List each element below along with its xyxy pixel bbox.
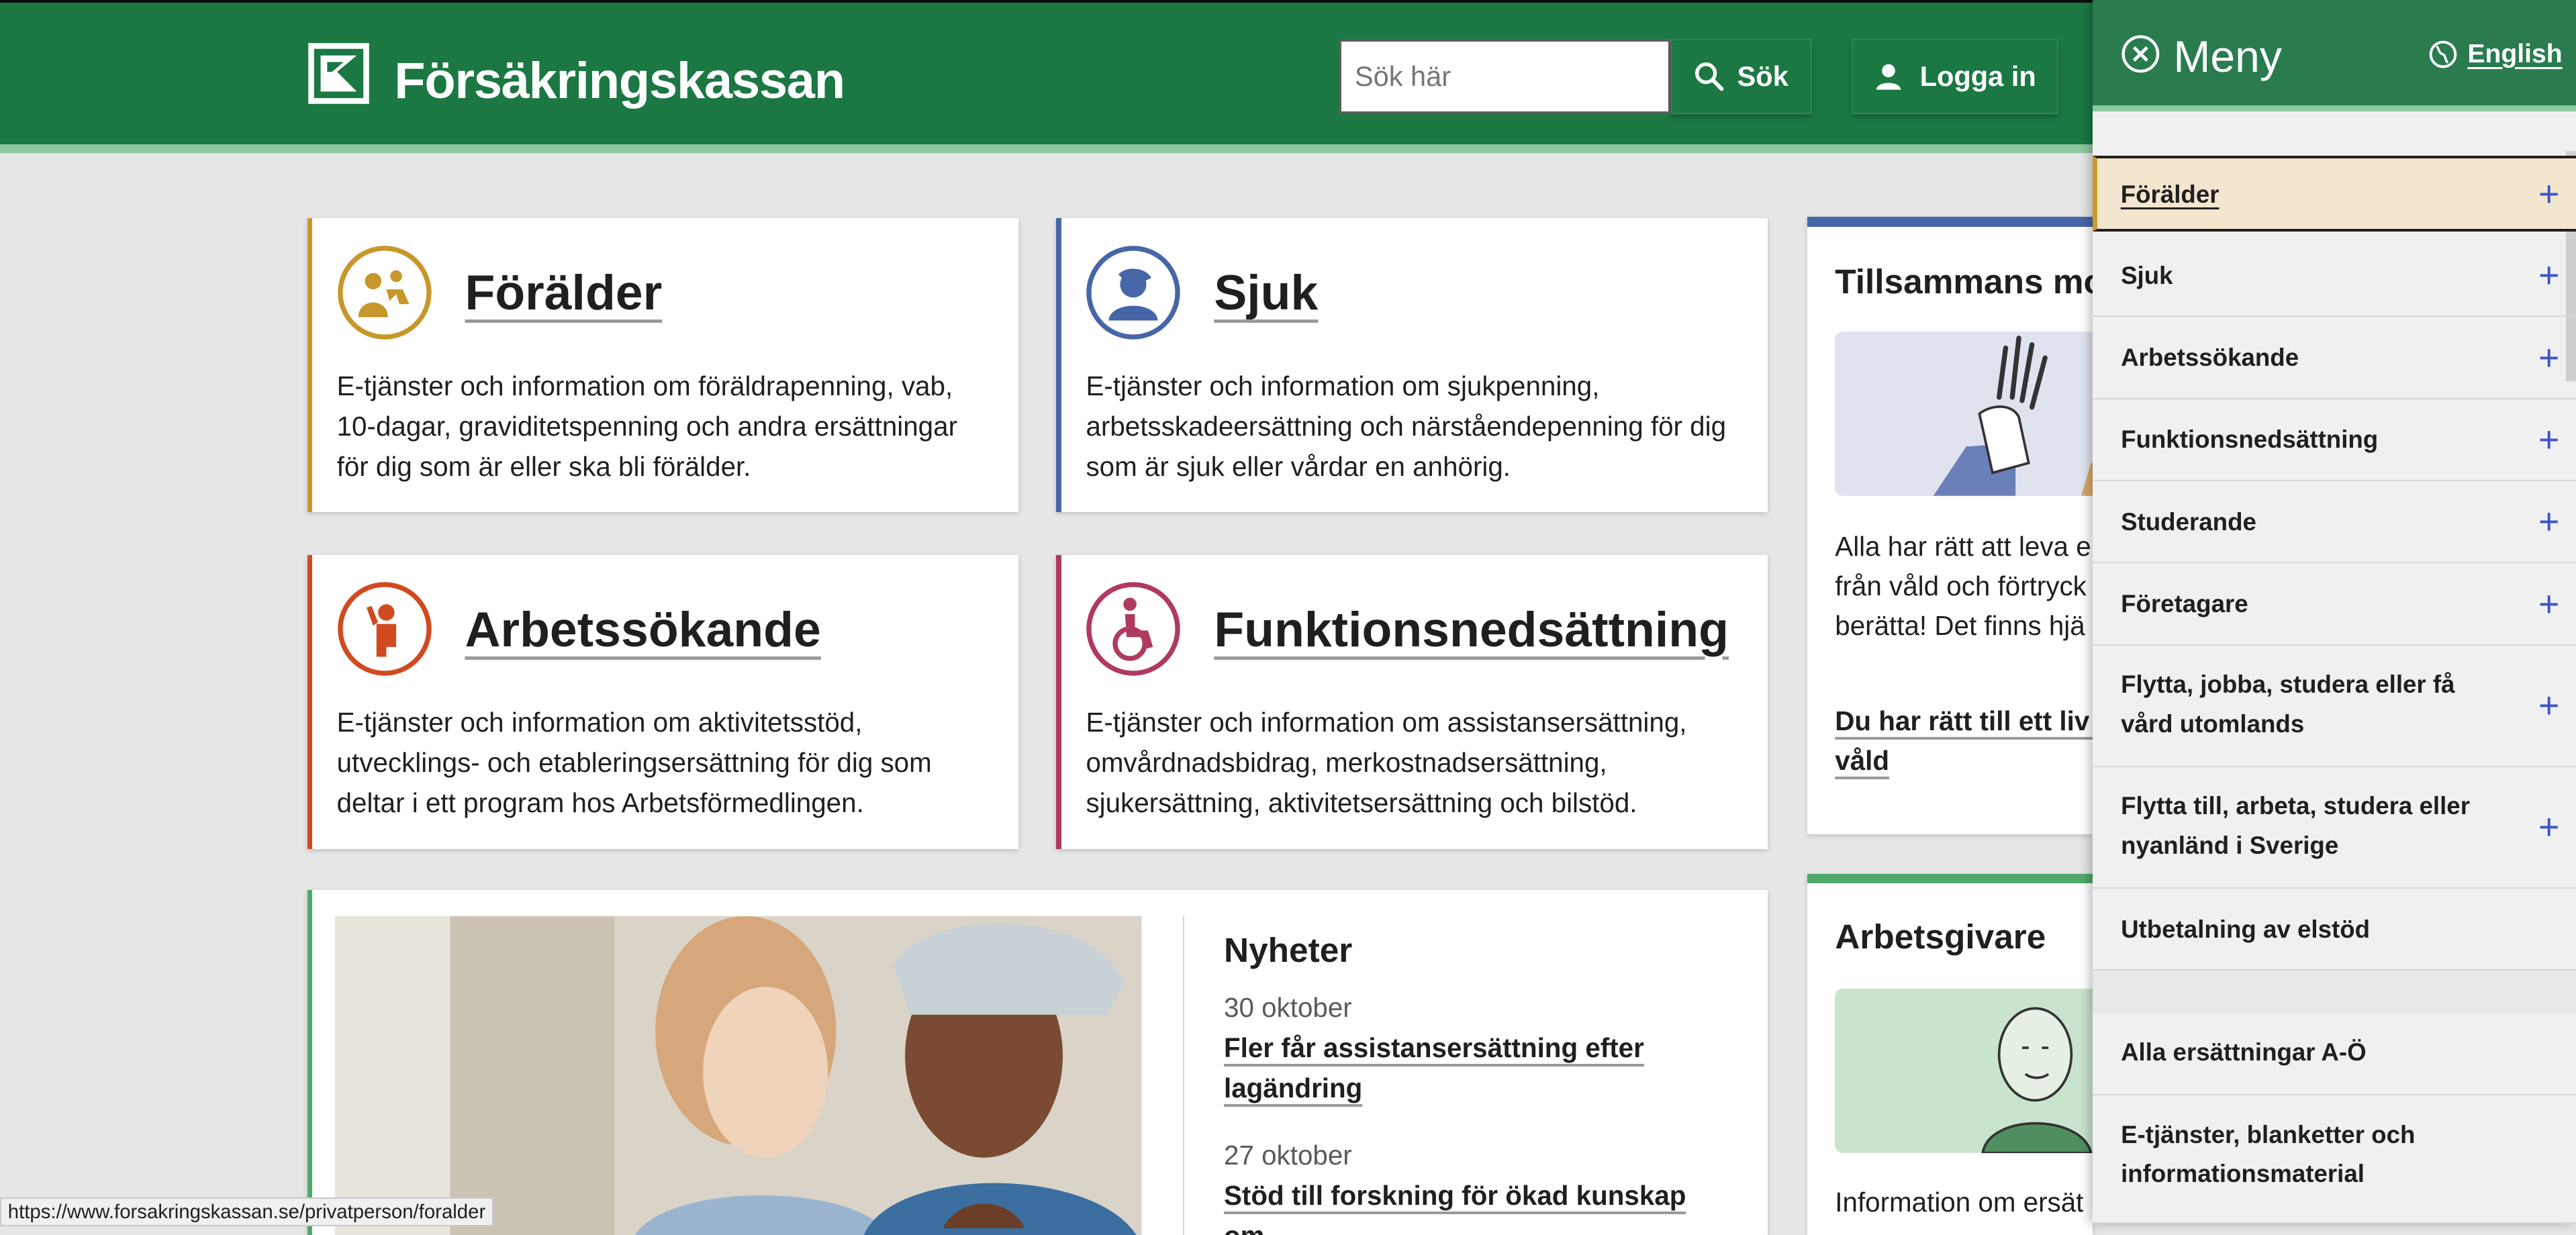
sick-person-icon [1086, 245, 1181, 340]
menu-item-foralder[interactable]: Förälder + [2093, 156, 2576, 232]
menu-item-label: Företagare [2121, 590, 2248, 618]
menu-item-arbetssokande[interactable]: Arbetssökande + [2093, 317, 2576, 399]
tillsammans-text-line: Alla har rätt att leva e [1835, 531, 2091, 562]
menu-item-label: Funktionsnedsättning [2121, 426, 2379, 454]
card-accent-bar [307, 218, 312, 513]
side-menu: Meny English Förälder + Sjuk + Arbetssök… [2093, 0, 2576, 1224]
news-date: 30 oktober [1224, 991, 1352, 1023]
job-seeker-icon [337, 582, 432, 676]
card-accent-bar [307, 890, 312, 1235]
forsakringskassan-logo-icon[interactable] [307, 42, 370, 105]
menu-item-sjuk[interactable]: Sjuk + [2093, 235, 2576, 317]
search-button[interactable]: Sök [1670, 38, 1813, 115]
plus-icon[interactable]: + [2538, 687, 2559, 724]
news-divider [1182, 916, 1185, 1235]
menu-item-elstod[interactable]: Utbetalning av elstöd [2093, 889, 2576, 971]
card-title[interactable]: Funktionsnedsättning [1214, 601, 1729, 658]
menu-item-label: Sjuk [2121, 261, 2173, 289]
news-link[interactable]: Fler får assistansersättning efter lagän… [1224, 1028, 1717, 1109]
plus-icon[interactable]: + [2538, 809, 2559, 846]
status-bar-url: https://www.forsakringskassan.se/privatp… [0, 1197, 494, 1226]
plus-icon[interactable]: + [2538, 340, 2559, 377]
arbetsgivare-card[interactable]: Arbetsgivare Information om ersät [1807, 873, 2093, 1235]
menu-title: Meny [2173, 32, 2282, 82]
menu-item-funktionsnedsattning[interactable]: Funktionsnedsättning + [2093, 399, 2576, 481]
menu-item-flytta-till-sverige[interactable]: Flytta till, arbeta, studera eller nyanl… [2093, 767, 2576, 889]
arbetsgivare-title[interactable]: Arbetsgivare [1835, 916, 2046, 956]
menu-item-flytta-utomlands[interactable]: Flytta, jobba, studera eller få vård uto… [2093, 646, 2576, 767]
tillsammans-text-line: berätta! Det finns hjä [1835, 609, 2085, 641]
search-input[interactable] [1339, 38, 1671, 115]
news-heading: Nyheter [1224, 930, 1353, 969]
card-accent-bar [1056, 218, 1061, 513]
card-accent-top [1807, 217, 2093, 227]
category-card-funktionsnedsattning[interactable]: Funktionsnedsättning E-tjänster och info… [1056, 555, 1768, 850]
menu-section-gap [2093, 971, 2576, 1014]
news-date: 27 oktober [1224, 1140, 1352, 1171]
plus-icon[interactable]: + [2538, 257, 2559, 294]
card-accent-bar [307, 555, 312, 850]
tillsammans-link[interactable]: våld [1835, 741, 1889, 781]
parent-child-icon [337, 245, 432, 340]
menu-item-alla-ersattningar[interactable]: Alla ersättningar A-Ö [2093, 1014, 2576, 1096]
language-link[interactable]: English [2467, 40, 2562, 69]
menu-item-label: Alla ersättningar A-Ö [2121, 1038, 2367, 1067]
plus-icon[interactable]: + [2538, 422, 2559, 458]
card-accent-top [1807, 873, 2093, 884]
menu-item-foretagare[interactable]: Företagare + [2093, 563, 2576, 646]
hands-illustration [1835, 332, 2093, 496]
card-description: E-tjänster och information om föräldrape… [336, 370, 958, 482]
globe-icon [2429, 40, 2456, 68]
card-title[interactable]: Förälder [465, 264, 662, 321]
user-icon [1876, 64, 1901, 90]
card-description: E-tjänster och information om sjukpennin… [1086, 370, 1727, 482]
tillsammans-card[interactable]: Tillsammans mo Alla har rätt att leva e … [1807, 217, 2093, 835]
category-card-arbetssokande[interactable]: Arbetssökande E-tjänster och information… [307, 555, 1019, 850]
news-photo [335, 916, 1142, 1235]
language-switch[interactable]: English [2428, 40, 2563, 69]
wheelchair-icon [1086, 582, 1181, 676]
plus-icon[interactable]: + [2538, 503, 2559, 540]
menu-item-label: Flytta till, arbeta, studera eller nyanl… [2121, 792, 2470, 859]
tillsammans-text-line: från våld och förtryck [1835, 571, 2087, 602]
site-brand-name[interactable]: Försäkringskassan [394, 52, 845, 110]
card-description: E-tjänster och information om assistanse… [1086, 707, 1687, 819]
login-button[interactable]: Logga in [1851, 38, 2059, 115]
tillsammans-link[interactable]: Du har rätt till ett liv f [1835, 701, 2093, 742]
card-title[interactable]: Sjuk [1214, 264, 1318, 321]
search-button-label: Sök [1737, 60, 1788, 93]
category-card-foralder[interactable]: Förälder E-tjänster och information om f… [307, 218, 1019, 513]
close-icon[interactable] [2121, 34, 2160, 74]
menu-item-e-tjanster[interactable]: E-tjänster, blanketter och informationsm… [2093, 1095, 2576, 1224]
tillsammans-title: Tillsammans mo [1835, 262, 2093, 301]
menu-item-label: Studerande [2121, 507, 2256, 536]
category-card-sjuk[interactable]: Sjuk E-tjänster och information om sjukp… [1056, 218, 1768, 513]
arbetsgivare-text: Information om ersät [1835, 1186, 2084, 1218]
employer-illustration [1835, 989, 2093, 1153]
menu-item-studerande[interactable]: Studerande + [2093, 481, 2576, 564]
menu-item-label: Utbetalning av elstöd [2121, 915, 2371, 943]
login-button-label: Logga in [1919, 60, 2036, 93]
menu-item-label: Arbetssökande [2121, 344, 2299, 372]
menu-item-label: Flytta, jobba, studera eller få vård uto… [2121, 671, 2455, 738]
plus-icon[interactable]: + [2538, 176, 2559, 213]
menu-item-label: E-tjänster, blanketter och informationsm… [2121, 1120, 2416, 1188]
card-description: E-tjänster och information om aktivitets… [336, 707, 932, 819]
search-icon [1695, 62, 1724, 91]
menu-header: Meny English [2093, 0, 2576, 105]
news-link[interactable]: Stöd till forskning för ökad kunskap om [1224, 1176, 1717, 1235]
news-section: Nyheter 30 oktober Fler får assistansers… [307, 890, 1768, 1235]
card-title[interactable]: Arbetssökande [465, 601, 820, 658]
menu-accent-stripe [2093, 105, 2576, 112]
plus-icon[interactable]: + [2538, 586, 2559, 623]
card-accent-bar [1056, 555, 1061, 850]
menu-item-label: Förälder [2120, 180, 2220, 208]
